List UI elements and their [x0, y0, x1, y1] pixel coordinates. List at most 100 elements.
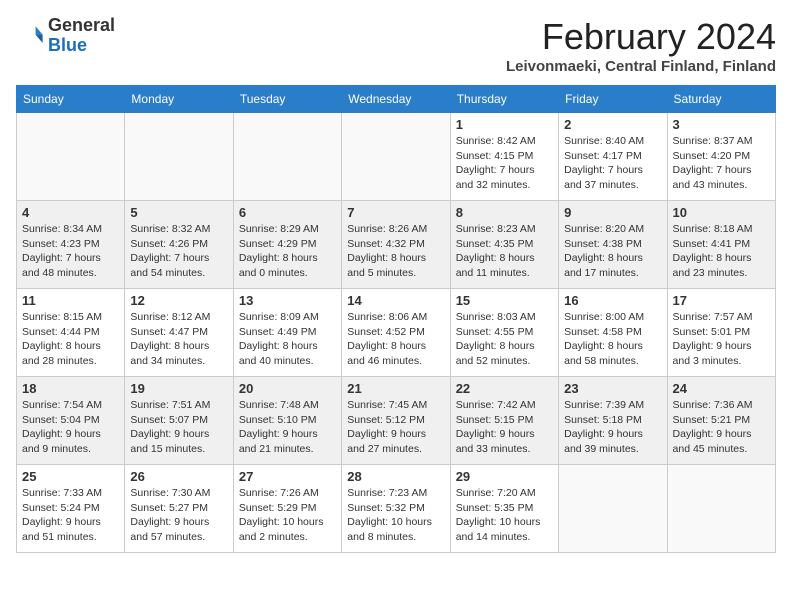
- day-number: 12: [130, 293, 227, 308]
- calendar-week-row: 11Sunrise: 8:15 AM Sunset: 4:44 PM Dayli…: [17, 289, 776, 377]
- day-number: 8: [456, 205, 553, 220]
- day-number: 24: [673, 381, 770, 396]
- day-number: 21: [347, 381, 444, 396]
- day-number: 20: [239, 381, 336, 396]
- calendar-cell: 16Sunrise: 8:00 AM Sunset: 4:58 PM Dayli…: [559, 289, 667, 377]
- calendar-cell: 24 Sunrise: 7:36 AM Sunset: 5:21 PM Dayli…: [667, 377, 775, 465]
- day-info: Sunrise: 8:06 AM Sunset: 4:52 PM Dayligh…: [347, 310, 444, 369]
- day-info: Sunrise: 7:42 AM Sunset: 5:15 PM Dayligh…: [456, 398, 553, 457]
- calendar-cell: 21 Sunrise: 7:45 AM Sunset: 5:12 PM Dayli…: [342, 377, 450, 465]
- weekday-header-saturday: Saturday: [667, 86, 775, 113]
- day-info: Sunrise: 7:36 AM Sunset: 5:21 PM Dayligh…: [673, 398, 770, 457]
- day-info: Sunrise: 7:51 AM Sunset: 5:07 PM Dayligh…: [130, 398, 227, 457]
- calendar-cell: 9 Sunrise: 8:20 AM Sunset: 4:38 PM Daylig…: [559, 201, 667, 289]
- calendar-cell: 3 Sunrise: 8:37 AM Sunset: 4:20 PM Daylig…: [667, 113, 775, 201]
- calendar-cell: [559, 465, 667, 553]
- calendar-cell: 13 Sunrise: 8:09 AM Sunset: 4:49 PM Dayli…: [233, 289, 341, 377]
- weekday-header-tuesday: Tuesday: [233, 86, 341, 113]
- title-area: February 2024 Leivonmaeki, Central Finla…: [506, 16, 776, 75]
- day-info: Sunrise: 8:34 AM Sunset: 4:23 PM Dayligh…: [22, 222, 119, 281]
- logo: General Blue: [16, 16, 115, 56]
- calendar-week-row: 4 Sunrise: 8:34 AM Sunset: 4:23 PM Daylig…: [17, 201, 776, 289]
- day-info: Sunrise: 8:09 AM Sunset: 4:49 PM Dayligh…: [239, 310, 336, 369]
- day-info: Sunrise: 8:03 AM Sunset: 4:55 PM Dayligh…: [456, 310, 553, 369]
- day-info: Sunrise: 8:29 AM Sunset: 4:29 PM Dayligh…: [239, 222, 336, 281]
- calendar-cell: [342, 113, 450, 201]
- day-info: Sunrise: 7:45 AM Sunset: 5:12 PM Dayligh…: [347, 398, 444, 457]
- weekday-header-thursday: Thursday: [450, 86, 558, 113]
- logo-icon: [16, 22, 44, 50]
- logo-general: General: [48, 16, 115, 36]
- day-info: Sunrise: 7:48 AM Sunset: 5:10 PM Dayligh…: [239, 398, 336, 457]
- day-number: 22: [456, 381, 553, 396]
- calendar-cell: 27Sunrise: 7:26 AM Sunset: 5:29 PM Dayli…: [233, 465, 341, 553]
- day-info: Sunrise: 8:23 AM Sunset: 4:35 PM Dayligh…: [456, 222, 553, 281]
- day-number: 14: [347, 293, 444, 308]
- day-number: 4: [22, 205, 119, 220]
- weekday-header-monday: Monday: [125, 86, 233, 113]
- weekday-header-sunday: Sunday: [17, 86, 125, 113]
- calendar-cell: 17 Sunrise: 7:57 AM Sunset: 5:01 PM Dayli…: [667, 289, 775, 377]
- weekday-header-row: SundayMondayTuesdayWednesdayThursdayFrid…: [17, 86, 776, 113]
- day-number: 18: [22, 381, 119, 396]
- calendar-table: SundayMondayTuesdayWednesdayThursdayFrid…: [16, 85, 776, 553]
- calendar-cell: 4 Sunrise: 8:34 AM Sunset: 4:23 PM Daylig…: [17, 201, 125, 289]
- day-number: 10: [673, 205, 770, 220]
- day-number: 11: [22, 293, 119, 308]
- day-info: Sunrise: 7:20 AM Sunset: 5:35 PM Dayligh…: [456, 486, 553, 545]
- day-info: Sunrise: 8:20 AM Sunset: 4:38 PM Dayligh…: [564, 222, 661, 281]
- day-info: Sunrise: 7:54 AM Sunset: 5:04 PM Dayligh…: [22, 398, 119, 457]
- day-number: 25: [22, 469, 119, 484]
- calendar-cell: 1 Sunrise: 8:42 AM Sunset: 4:15 PM Daylig…: [450, 113, 558, 201]
- calendar-cell: 8 Sunrise: 8:23 AM Sunset: 4:35 PM Daylig…: [450, 201, 558, 289]
- calendar-cell: 12 Sunrise: 8:12 AM Sunset: 4:47 PM Dayli…: [125, 289, 233, 377]
- calendar-week-row: 25 Sunrise: 7:33 AM Sunset: 5:24 PM Dayli…: [17, 465, 776, 553]
- calendar-cell: [125, 113, 233, 201]
- calendar-cell: 14 Sunrise: 8:06 AM Sunset: 4:52 PM Dayli…: [342, 289, 450, 377]
- weekday-header-wednesday: Wednesday: [342, 86, 450, 113]
- calendar-cell: [233, 113, 341, 201]
- day-number: 9: [564, 205, 661, 220]
- weekday-header-friday: Friday: [559, 86, 667, 113]
- day-info: Sunrise: 8:26 AM Sunset: 4:32 PM Dayligh…: [347, 222, 444, 281]
- month-year: February 2024: [506, 16, 776, 58]
- day-number: 1: [456, 117, 553, 132]
- day-number: 3: [673, 117, 770, 132]
- day-number: 2: [564, 117, 661, 132]
- day-number: 15: [456, 293, 553, 308]
- day-number: 17: [673, 293, 770, 308]
- calendar-cell: [667, 465, 775, 553]
- calendar-cell: 5Sunrise: 8:32 AM Sunset: 4:26 PM Daylig…: [125, 201, 233, 289]
- calendar-cell: [17, 113, 125, 201]
- calendar-cell: 22 Sunrise: 7:42 AM Sunset: 5:15 PM Dayli…: [450, 377, 558, 465]
- calendar-cell: 19Sunrise: 7:51 AM Sunset: 5:07 PM Dayli…: [125, 377, 233, 465]
- day-number: 23: [564, 381, 661, 396]
- calendar-cell: 11Sunrise: 8:15 AM Sunset: 4:44 PM Dayli…: [17, 289, 125, 377]
- calendar-week-row: 1 Sunrise: 8:42 AM Sunset: 4:15 PM Daylig…: [17, 113, 776, 201]
- day-info: Sunrise: 7:23 AM Sunset: 5:32 PM Dayligh…: [347, 486, 444, 545]
- day-info: Sunrise: 8:42 AM Sunset: 4:15 PM Dayligh…: [456, 134, 553, 193]
- day-number: 28: [347, 469, 444, 484]
- day-number: 27: [239, 469, 336, 484]
- calendar-cell: 2 Sunrise: 8:40 AM Sunset: 4:17 PM Daylig…: [559, 113, 667, 201]
- day-info: Sunrise: 8:37 AM Sunset: 4:20 PM Dayligh…: [673, 134, 770, 193]
- day-number: 29: [456, 469, 553, 484]
- calendar-cell: 23 Sunrise: 7:39 AM Sunset: 5:18 PM Dayli…: [559, 377, 667, 465]
- day-info: Sunrise: 7:39 AM Sunset: 5:18 PM Dayligh…: [564, 398, 661, 457]
- day-info: Sunrise: 7:33 AM Sunset: 5:24 PM Dayligh…: [22, 486, 119, 545]
- calendar-week-row: 18 Sunrise: 7:54 AM Sunset: 5:04 PM Dayli…: [17, 377, 776, 465]
- calendar-cell: 26Sunrise: 7:30 AM Sunset: 5:27 PM Dayli…: [125, 465, 233, 553]
- calendar-cell: 18 Sunrise: 7:54 AM Sunset: 5:04 PM Dayli…: [17, 377, 125, 465]
- day-number: 13: [239, 293, 336, 308]
- day-info: Sunrise: 8:12 AM Sunset: 4:47 PM Dayligh…: [130, 310, 227, 369]
- location: Leivonmaeki, Central Finland, Finland: [506, 58, 776, 75]
- day-info: Sunrise: 8:40 AM Sunset: 4:17 PM Dayligh…: [564, 134, 661, 193]
- calendar-cell: 10 Sunrise: 8:18 AM Sunset: 4:41 PM Dayli…: [667, 201, 775, 289]
- calendar-cell: 25 Sunrise: 7:33 AM Sunset: 5:24 PM Dayli…: [17, 465, 125, 553]
- header: General Blue February 2024 Leivonmaeki, …: [16, 16, 776, 75]
- day-number: 5: [130, 205, 227, 220]
- day-info: Sunrise: 8:18 AM Sunset: 4:41 PM Dayligh…: [673, 222, 770, 281]
- day-info: Sunrise: 7:57 AM Sunset: 5:01 PM Dayligh…: [673, 310, 770, 369]
- calendar-cell: 28 Sunrise: 7:23 AM Sunset: 5:32 PM Dayli…: [342, 465, 450, 553]
- day-number: 6: [239, 205, 336, 220]
